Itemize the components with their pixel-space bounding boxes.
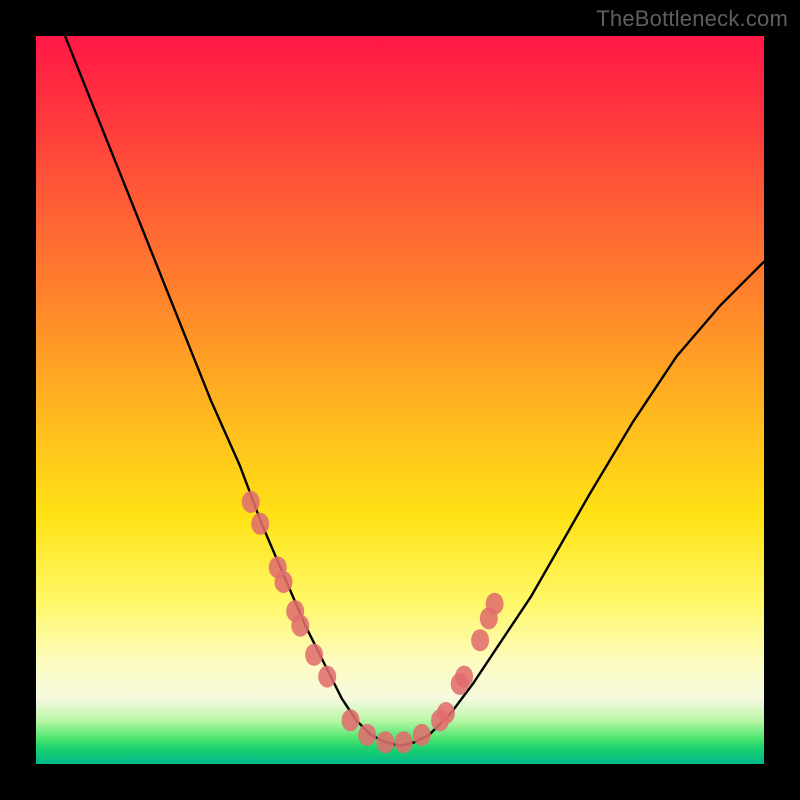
highlight-dot	[455, 666, 473, 688]
highlight-dot	[342, 709, 360, 731]
highlight-dot	[275, 571, 293, 593]
chart-svg	[36, 36, 764, 764]
highlight-dots-group	[242, 491, 504, 753]
outer-frame: TheBottleneck.com	[0, 0, 800, 800]
highlight-dot	[395, 731, 413, 753]
highlight-dot	[291, 615, 309, 637]
highlight-dot	[242, 491, 260, 513]
highlight-dot	[376, 731, 394, 753]
highlight-dot	[471, 629, 489, 651]
highlight-dot	[318, 666, 336, 688]
highlight-dot	[413, 724, 431, 746]
highlight-dot	[305, 644, 323, 666]
highlight-dot	[486, 593, 504, 615]
watermark-text: TheBottleneck.com	[596, 6, 788, 32]
bottleneck-curve	[65, 36, 764, 746]
highlight-dot	[437, 702, 455, 724]
plot-area	[36, 36, 764, 764]
highlight-dot	[251, 513, 269, 535]
highlight-dot	[358, 724, 376, 746]
